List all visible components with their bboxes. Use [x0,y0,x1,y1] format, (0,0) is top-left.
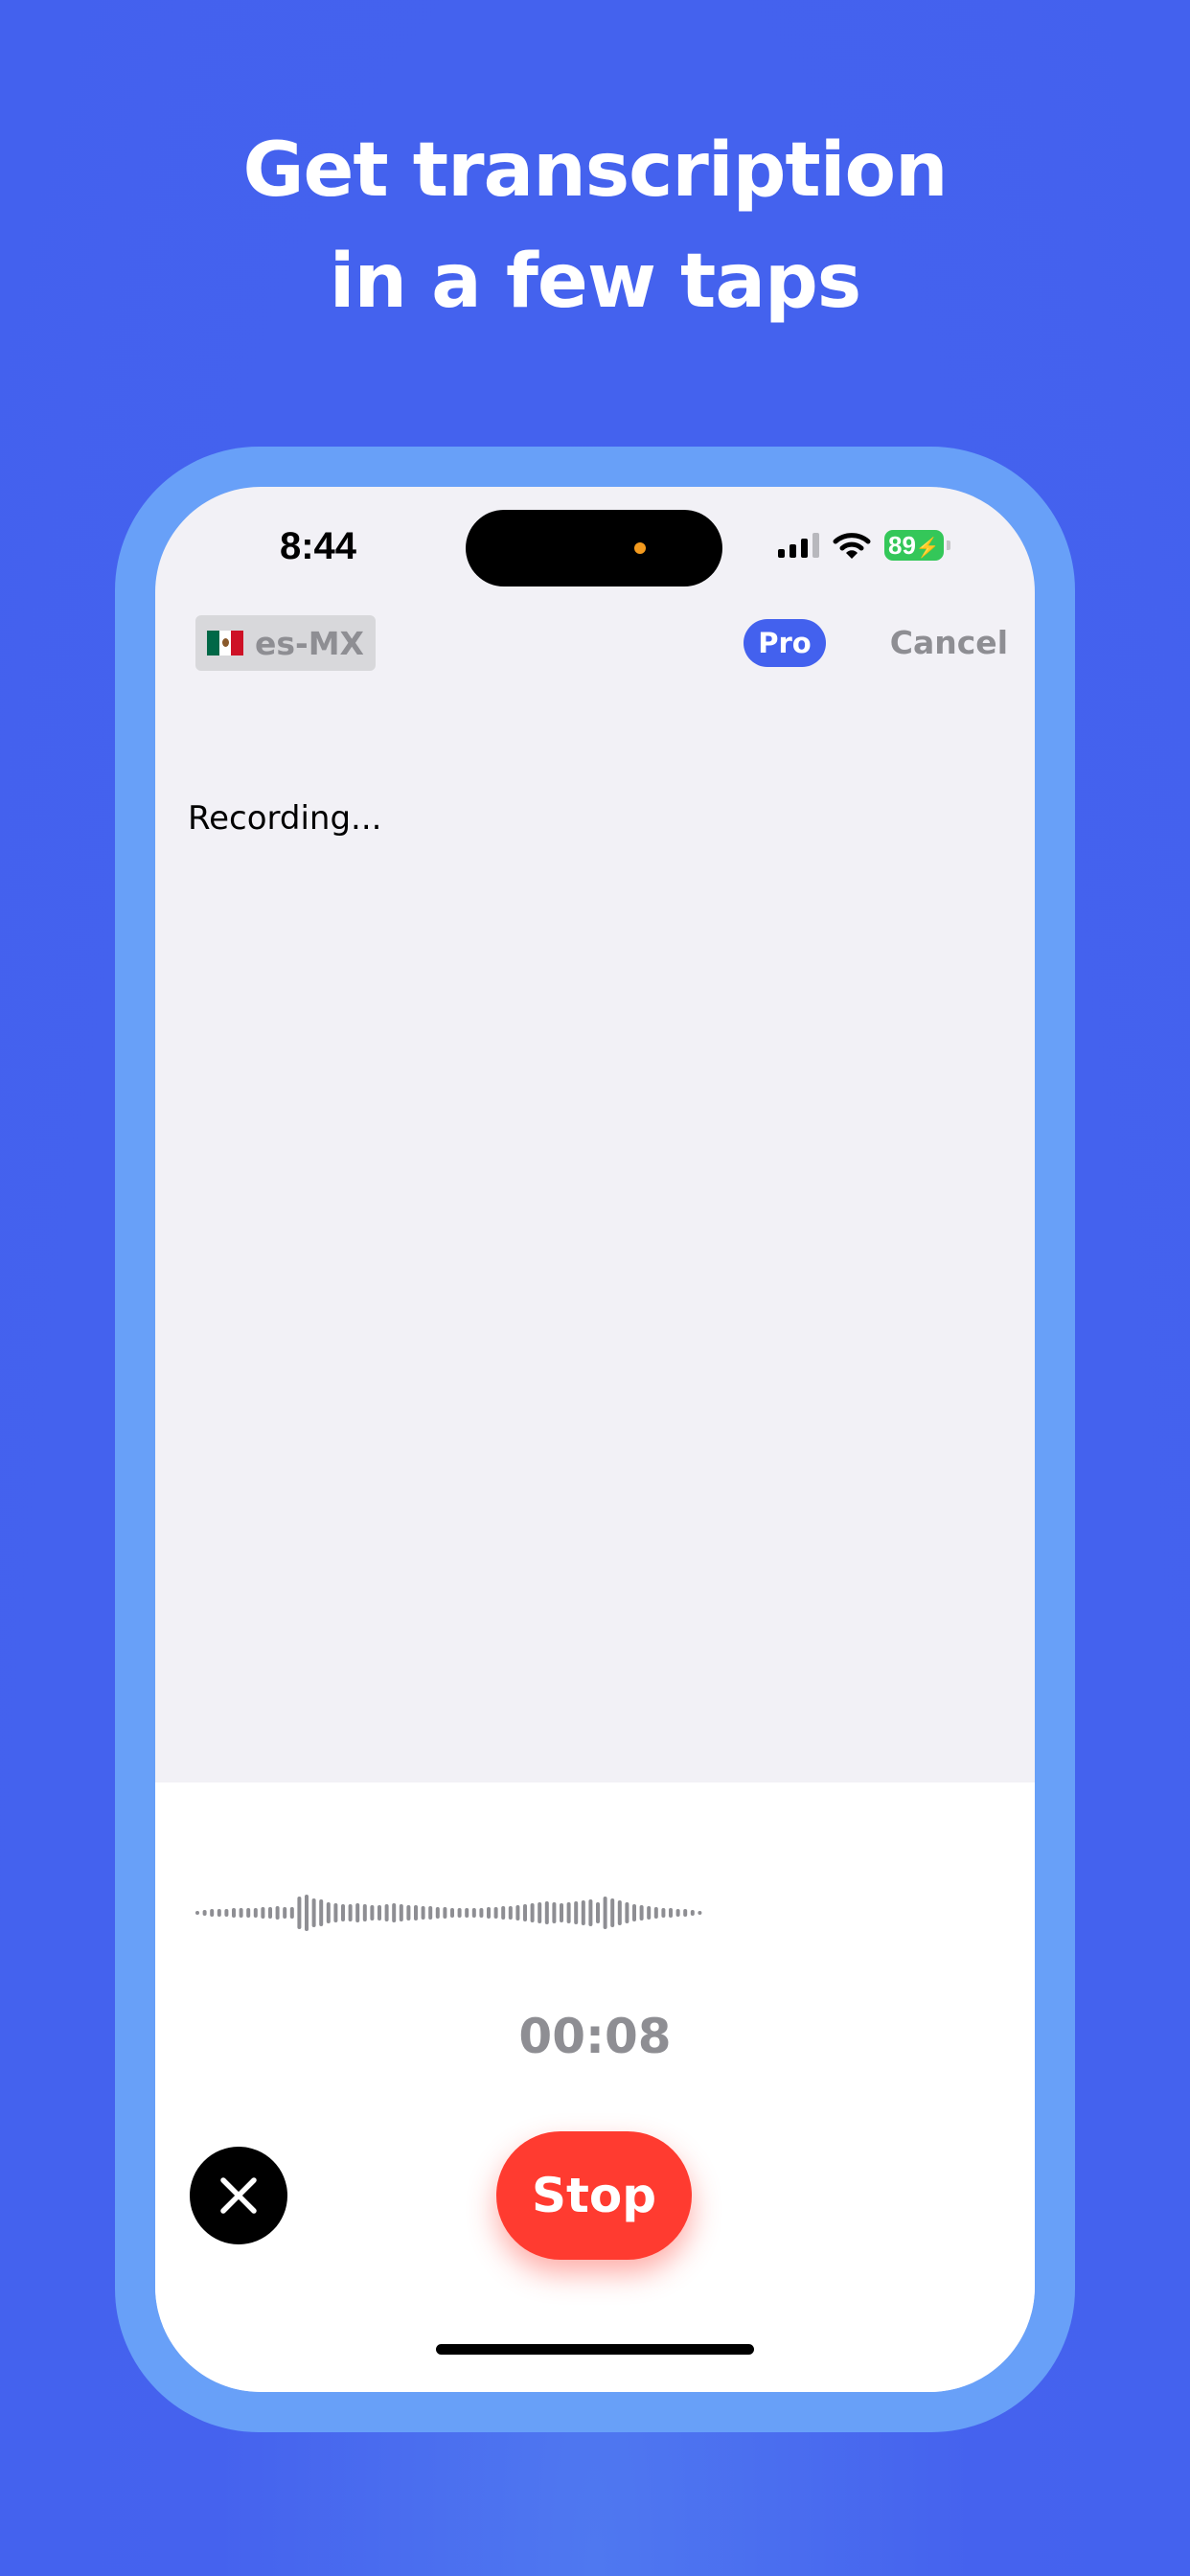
waveform-bar [399,1904,403,1921]
waveform-bar [632,1904,636,1921]
pro-badge[interactable]: Pro [744,619,826,667]
waveform-bar [523,1904,527,1921]
language-code: es-MX [255,624,365,662]
mic-indicator-dot [634,542,646,554]
status-time: 8:44 [279,525,357,567]
waveform-bar [370,1905,375,1920]
waveform-bar [435,1907,440,1919]
waveform-bar [378,1905,381,1920]
waveform-bar [596,1902,600,1923]
waveform-bar [283,1907,287,1919]
waveform-bar [253,1908,258,1918]
waveform-bar [574,1901,579,1924]
waveform-bar [588,1899,593,1926]
waveform-bar [341,1904,345,1921]
waveform-bar [675,1909,680,1917]
waveform-bar [202,1910,207,1916]
waveform-bar [428,1906,433,1920]
waveform-bar [305,1895,309,1931]
battery-level: 89 [888,531,916,560]
battery-charging-icon: 89⚡ [884,530,950,561]
waveform-bar [348,1904,353,1921]
cellular-signal-icon [778,533,819,558]
waveform-bar [603,1897,607,1929]
headline-line-2: in a few taps [329,239,861,325]
waveform-bar [639,1905,644,1920]
audio-waveform [195,1895,702,1931]
waveform-bar [560,1903,563,1922]
waveform-bar [669,1908,673,1918]
waveform-bar [471,1908,476,1918]
waveform-bar [268,1907,272,1919]
phone-screen: 8:44 89⚡ es-MX Pro Cancel Recording... 0… [155,487,1035,2392]
waveform-bar [384,1904,389,1921]
waveform-bar [210,1909,215,1917]
language-selector[interactable]: es-MX [195,615,376,671]
headline-line-1: Get transcription [242,127,948,214]
waveform-bar [552,1902,557,1923]
waveform-bar [217,1909,221,1917]
mexico-flag-icon [207,631,244,656]
waveform-bar [195,1911,199,1915]
waveform-bar [450,1908,454,1918]
status-icons: 89⚡ [778,529,950,562]
cancel-button[interactable]: Cancel [864,619,1008,667]
waveform-bar [414,1905,418,1920]
waveform-bar [355,1903,360,1922]
wifi-icon [833,533,871,559]
waveform-bar [406,1905,411,1920]
waveform-bar [493,1907,498,1919]
waveform-bar [275,1906,280,1920]
waveform-bar [232,1908,236,1918]
waveform-bar [289,1907,294,1919]
recorder-panel: 00:08 Stop [155,1782,1035,2392]
waveform-bar [457,1908,462,1918]
charging-bolt-icon: ⚡ [915,538,940,559]
waveform-bar [392,1903,397,1922]
waveform-bar [297,1897,302,1929]
waveform-bar [239,1908,243,1918]
waveform-bar [530,1903,535,1922]
waveform-bar [625,1902,629,1923]
discard-button[interactable] [190,2147,287,2244]
waveform-bar [224,1909,229,1917]
waveform-bar [362,1904,367,1921]
waveform-bar [421,1906,425,1920]
waveform-bar [246,1908,251,1918]
recording-timer: 00:08 [518,2009,672,2064]
waveform-bar [647,1906,652,1920]
waveform-bar [508,1906,513,1920]
waveform-bar [617,1900,622,1925]
waveform-bar [661,1908,666,1918]
waveform-bar [683,1909,688,1917]
transcript-text: Recording... [188,799,382,838]
marketing-headline: Get transcription in a few taps [0,115,1190,337]
waveform-bar [515,1905,520,1920]
waveform-bar [690,1910,695,1916]
waveform-bar [501,1906,506,1920]
waveform-bar [487,1907,491,1919]
stop-button[interactable]: Stop [496,2131,692,2260]
waveform-bar [333,1903,338,1922]
waveform-bar [479,1908,484,1918]
waveform-bar [653,1907,658,1919]
waveform-bar [610,1898,615,1927]
home-indicator [436,2344,754,2355]
waveform-bar [581,1900,585,1925]
waveform-bar [566,1902,571,1923]
waveform-bar [261,1907,265,1919]
waveform-bar [326,1902,331,1923]
close-icon [220,2177,257,2214]
waveform-bar [443,1907,447,1919]
waveform-bar [544,1901,549,1924]
waveform-bar [311,1898,316,1927]
waveform-bar [698,1911,702,1915]
waveform-bar [538,1902,542,1923]
phone-frame: 8:44 89⚡ es-MX Pro Cancel Recording... 0… [115,447,1075,2432]
dynamic-island [466,510,722,586]
waveform-bar [465,1908,469,1918]
waveform-bar [319,1899,324,1926]
